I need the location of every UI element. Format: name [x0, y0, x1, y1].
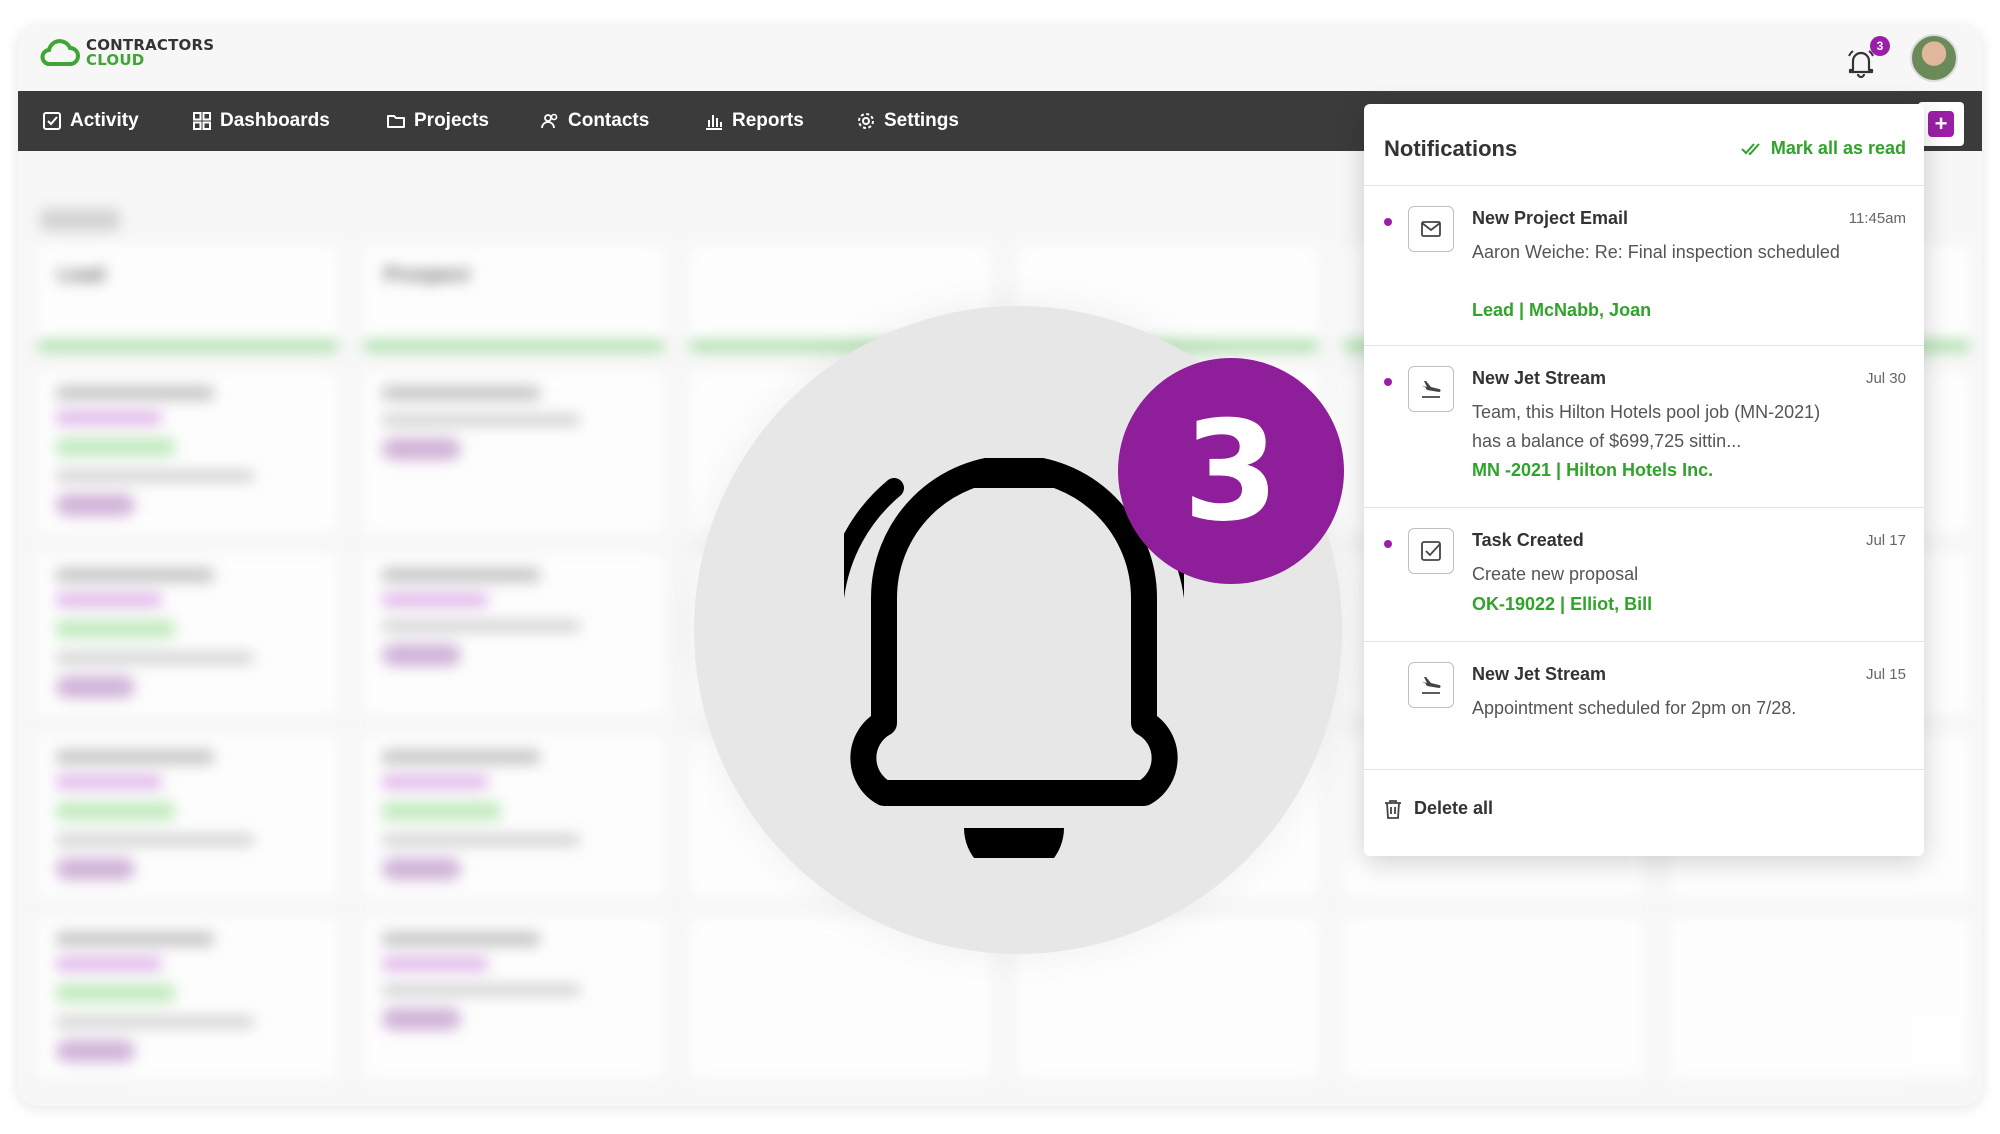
trash-icon	[1385, 799, 1401, 819]
notification-title: New Jet Stream	[1472, 664, 1607, 684]
logo[interactable]: CONTRACTORS CLOUD	[40, 38, 214, 68]
delete-all-label: Delete all	[1414, 798, 1494, 818]
nav-projects[interactable]: Projects	[386, 91, 489, 151]
notifications-header: Notifications Mark all as read	[1364, 104, 1924, 186]
nav-dashboards[interactable]: Dashboards	[192, 91, 330, 151]
notification-item[interactable]: New Jet Stream Jul 15 Appointment schedu…	[1364, 642, 1924, 770]
notification-body: Appointment scheduled for 2pm on 7/28.	[1472, 698, 1797, 718]
board-column: Lead	[38, 246, 338, 1106]
notification-body: Create new proposal	[1472, 564, 1639, 584]
nav-reports[interactable]: Reports	[704, 91, 804, 151]
unread-dot	[1384, 218, 1392, 226]
bar-chart-icon	[706, 115, 722, 130]
add-button[interactable]: +	[1918, 102, 1964, 146]
notification-link[interactable]: MN -2021 | Hilton Hotels Inc.	[1472, 460, 1713, 481]
nav-dashboards-label: Dashboards	[220, 110, 330, 131]
nav-reports-label: Reports	[732, 110, 804, 131]
cloud-logo-icon	[40, 39, 80, 66]
logo-line2: CLOUD	[86, 51, 145, 69]
notification-time: Jul 17	[1865, 532, 1906, 549]
notification-title: New Jet Stream	[1472, 368, 1607, 388]
notification-title: New Project Email	[1472, 208, 1629, 228]
top-bar: CONTRACTORS CLOUD 3	[18, 26, 1982, 91]
people-icon	[541, 113, 558, 129]
delete-all-button[interactable]: Delete all	[1384, 798, 1493, 819]
app-window: CONTRACTORS CLOUD 3 Activity Dashboards …	[18, 26, 1982, 1106]
mark-all-read-label: Mark all as read	[1770, 138, 1906, 158]
notifications-panel: Notifications Mark all as read New Proje…	[1364, 104, 1924, 856]
unread-dot	[1384, 540, 1392, 548]
nav-contacts-label: Contacts	[568, 110, 650, 131]
notification-item[interactable]: Task Created Jul 17 Create new proposal …	[1364, 508, 1924, 642]
mark-all-read-button[interactable]: Mark all as read	[1741, 138, 1906, 159]
nav-settings[interactable]: Settings	[856, 91, 959, 151]
notifications-title: Notifications	[1384, 136, 1518, 161]
gear-icon	[858, 113, 874, 129]
checkbox-icon	[43, 112, 61, 130]
hero-count-badge: 3	[1118, 358, 1344, 584]
notification-body: Team, this Hilton Hotels pool job (MN-20…	[1472, 402, 1821, 451]
column-title: Lead	[58, 264, 105, 286]
nav-settings-label: Settings	[884, 110, 959, 131]
notification-time: Jul 30	[1865, 370, 1906, 387]
plus-icon: +	[1928, 111, 1954, 137]
unread-dot	[1384, 378, 1392, 386]
notification-item[interactable]: New Jet Stream Jul 30 Team, this Hilton …	[1364, 346, 1924, 508]
plane-icon	[1408, 662, 1454, 708]
notification-link[interactable]: OK-19022 | Elliot, Bill	[1472, 594, 1652, 615]
notification-title: Task Created	[1472, 530, 1584, 550]
nav-activity-label: Activity	[70, 110, 139, 131]
avatar[interactable]	[1910, 34, 1958, 82]
mail-icon	[1408, 206, 1454, 252]
task-check-icon	[1408, 528, 1454, 574]
notification-count-badge: 3	[1870, 36, 1890, 56]
nav-activity[interactable]: Activity	[42, 91, 139, 151]
notification-time: 11:45am	[1848, 210, 1906, 227]
notification-body: Aaron Weiche: Re: Final inspection sched…	[1472, 242, 1840, 262]
notification-time: Jul 15	[1865, 666, 1906, 683]
double-check-icon	[1741, 142, 1760, 155]
plane-icon	[1408, 366, 1454, 412]
nav-projects-label: Projects	[414, 110, 489, 131]
grid-icon	[193, 112, 211, 130]
notification-link[interactable]: Lead | McNabb, Joan	[1472, 300, 1651, 321]
notification-item[interactable]: New Project Email 11:45am Aaron Weiche: …	[1364, 186, 1924, 346]
board-column: Prospect	[364, 246, 664, 1106]
folder-icon	[387, 115, 405, 128]
nav-contacts[interactable]: Contacts	[540, 91, 649, 151]
column-title: Prospect	[384, 264, 470, 286]
